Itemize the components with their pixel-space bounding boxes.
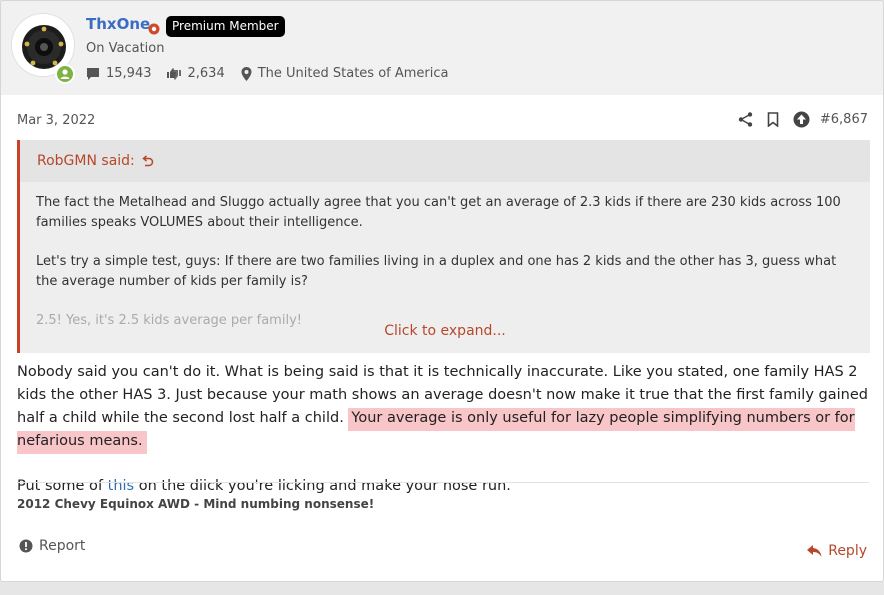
- author-bar: ThxOne Premium Member On Vacation 15,943: [1, 1, 883, 95]
- online-status-icon: [55, 64, 75, 84]
- location-text[interactable]: The United States of America: [258, 66, 449, 81]
- message-link[interactable]: this: [108, 478, 134, 494]
- post-number[interactable]: #6,867: [820, 112, 868, 127]
- signature-divider: [17, 482, 869, 483]
- forum-post: ThxOne Premium Member On Vacation 15,943: [0, 0, 884, 582]
- post-date[interactable]: Mar 3, 2022: [17, 113, 95, 128]
- messages-icon: [86, 67, 100, 81]
- signature: 2012 Chevy Equinox AWD - Mind numbing no…: [17, 497, 375, 511]
- quote-paragraph: The fact the Metalhead and Sluggo actual…: [36, 195, 841, 230]
- report-button[interactable]: Report: [19, 538, 85, 554]
- quote-author[interactable]: RobGMN said:: [37, 153, 154, 169]
- share-icon[interactable]: [738, 112, 753, 127]
- message-paragraph: Nobody said you can't do it. What is bei…: [17, 361, 869, 454]
- click-to-expand-link[interactable]: Click to expand...: [20, 323, 870, 339]
- location-stat: The United States of America: [241, 66, 449, 81]
- report-label: Report: [39, 538, 86, 554]
- reactions-stat: 2,634: [166, 66, 225, 81]
- reactions-icon: [166, 67, 182, 81]
- quote-header: RobGMN said:: [20, 140, 870, 182]
- message-text: on the diick you're licking and make you…: [134, 478, 511, 494]
- username[interactable]: ThxOne: [86, 15, 150, 33]
- message-body: Nobody said you can't do it. What is bei…: [17, 361, 869, 498]
- message-paragraph: Put some of this on the diick you're lic…: [17, 475, 869, 498]
- reply-label: Reply: [828, 543, 867, 559]
- messages-stat: 15,943: [86, 66, 152, 81]
- premium-member-badge: Premium Member: [166, 16, 285, 37]
- quote-author-said: RobGMN said:: [37, 153, 135, 169]
- message-text: Put some of: [17, 478, 108, 494]
- reply-button[interactable]: Reply: [807, 543, 867, 559]
- upvote-icon[interactable]: [793, 111, 810, 128]
- quote-body: The fact the Metalhead and Sluggo actual…: [36, 193, 856, 331]
- user-title: On Vacation: [86, 41, 165, 56]
- author-stats: 15,943 2,634 The United States of Americ…: [86, 66, 462, 81]
- quote-block: RobGMN said: The fact the Metalhead and …: [17, 140, 870, 353]
- location-icon: [241, 66, 252, 81]
- reactions-count: 2,634: [187, 66, 225, 81]
- reply-icon: [807, 545, 822, 557]
- quote-paragraph: Let's try a simple test, guys: If there …: [36, 254, 837, 289]
- jump-icon[interactable]: [141, 154, 154, 168]
- post-actions: #6,867: [724, 111, 868, 128]
- messages-count: 15,943: [106, 66, 152, 81]
- report-icon: [19, 539, 33, 553]
- bookmark-icon[interactable]: [767, 112, 779, 127]
- staff-icon: [148, 20, 160, 39]
